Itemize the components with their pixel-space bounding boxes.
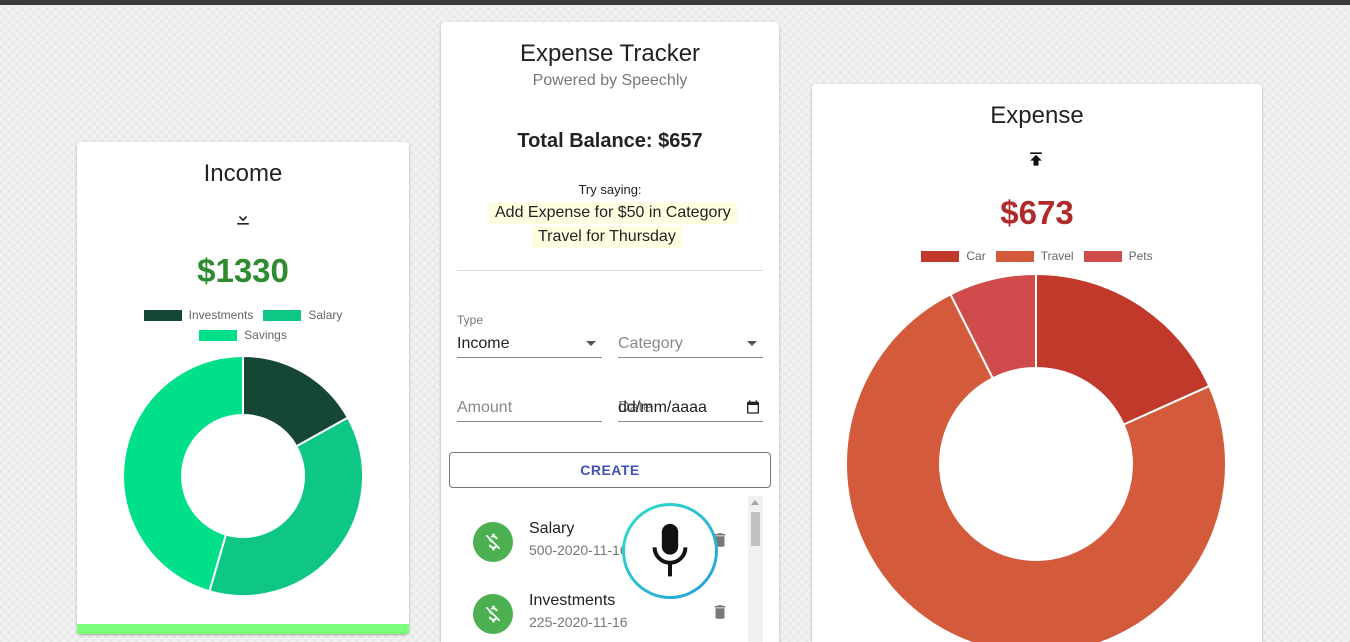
legend-swatch: [263, 309, 302, 321]
income-legend-item[interactable]: Savings: [199, 328, 287, 342]
income-card: Income $1330 Investments Salary Savings: [77, 142, 409, 634]
list-item-title: Investments: [529, 592, 616, 609]
try-saying-label: Try saying:: [578, 182, 642, 197]
money-off-icon: [473, 522, 513, 562]
list-scrollbar[interactable]: [748, 496, 763, 642]
browser-top-bar: [0, 0, 1350, 5]
category-placeholder: Category: [618, 334, 683, 352]
amount-placeholder: Amount: [457, 398, 513, 416]
list-item[interactable]: Investments 225-2020-11-16: [441, 590, 741, 642]
legend-swatch: [143, 309, 182, 321]
expense-legend-item[interactable]: Travel: [995, 249, 1074, 263]
download-icon[interactable]: [233, 208, 253, 228]
app-title: Expense Tracker: [519, 40, 701, 67]
expense-tracker-card: Expense Tracker Powered by Speechly Tota…: [441, 22, 779, 642]
income-donut-chart: [122, 354, 364, 597]
calendar-icon[interactable]: [745, 399, 761, 415]
expense-title: Expense: [990, 102, 1084, 129]
amount-field[interactable]: Amount: [457, 394, 602, 422]
legend-label: Investments: [188, 308, 254, 322]
create-button[interactable]: CREATE: [449, 452, 771, 488]
income-amount: $1330: [197, 252, 289, 289]
list-item-title: Salary: [529, 520, 575, 537]
legend-label: Salary: [308, 308, 343, 322]
expense-legend: Car Travel Pets: [872, 249, 1202, 269]
chevron-down-icon: [747, 341, 757, 346]
scrollbar-thumb[interactable]: [751, 512, 760, 546]
income-bottom-bar: [77, 624, 409, 634]
legend-label: Savings: [244, 328, 287, 342]
legend-swatch: [995, 250, 1034, 262]
total-balance: Total Balance: $657: [517, 130, 703, 152]
legend-swatch: [1083, 250, 1122, 262]
expense-legend-item[interactable]: Car: [921, 249, 986, 263]
date-field[interactable]: Date dd/mm/aaaa: [618, 394, 763, 422]
legend-label: Car: [966, 249, 986, 263]
chevron-down-icon: [586, 341, 596, 346]
try-saying-line-1: Add Expense for $50 in Category: [489, 202, 737, 224]
income-legend: Investments Salary Savings: [117, 308, 369, 348]
money-off-icon: [473, 594, 513, 634]
expense-donut-chart: [845, 272, 1227, 642]
list-item-subtitle: 500-2020-11-16: [529, 542, 628, 558]
type-select[interactable]: Income: [457, 330, 602, 358]
category-select[interactable]: Category: [618, 330, 763, 358]
expense-amount: $673: [1000, 194, 1074, 231]
divider: [457, 270, 763, 271]
income-legend-item[interactable]: Investments: [143, 308, 254, 322]
delete-icon[interactable]: [711, 602, 729, 622]
transaction-list: Salary 500-2020-11-16 Investments 225-20…: [441, 496, 763, 642]
expense-legend-item[interactable]: Pets: [1083, 249, 1153, 263]
income-slice-salary[interactable]: [208, 416, 364, 597]
income-title: Income: [203, 160, 283, 187]
legend-label: Pets: [1128, 249, 1153, 263]
microphone-button[interactable]: [622, 503, 718, 599]
try-saying-line-2: Travel for Thursday: [532, 226, 682, 248]
upload-icon[interactable]: [1026, 149, 1046, 169]
legend-swatch: [199, 329, 238, 341]
scroll-up-arrow-icon[interactable]: [751, 500, 759, 505]
expense-card: Expense $673 Car Travel Pets: [812, 84, 1262, 642]
income-legend-item[interactable]: Salary: [263, 308, 342, 322]
legend-swatch: [921, 250, 960, 262]
app-subtitle: Powered by Speechly: [532, 72, 688, 89]
date-value: dd/mm/aaaa: [618, 398, 707, 416]
microphone-icon: [652, 523, 688, 577]
legend-label: Travel: [1040, 249, 1074, 263]
list-item-subtitle: 225-2020-11-16: [529, 614, 628, 630]
type-label: Type: [457, 313, 484, 327]
type-select-value: Income: [457, 334, 510, 352]
